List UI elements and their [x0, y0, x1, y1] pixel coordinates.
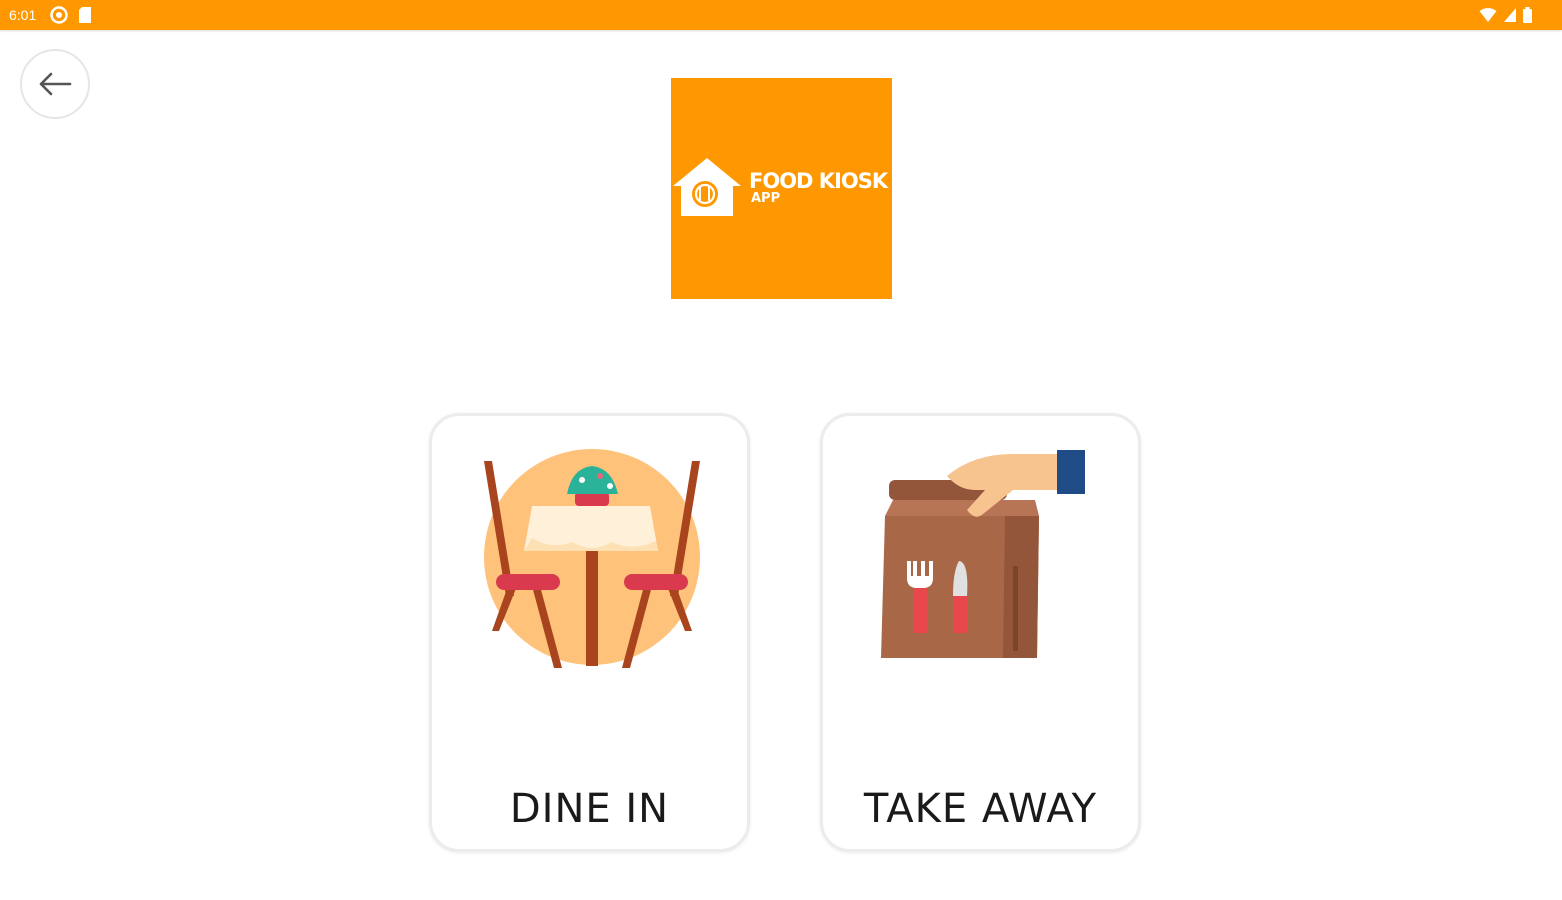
signal-icon [1504, 8, 1516, 22]
dine-in-label: DINE IN [509, 786, 670, 832]
take-away-card[interactable]: TAKE AWAY [820, 413, 1141, 852]
take-away-bag-icon [881, 450, 1085, 658]
status-left-icons [50, 6, 92, 24]
dine-in-card[interactable]: DINE IN [429, 413, 750, 852]
location-icon [50, 6, 68, 24]
status-bar: 6:01 [0, 0, 1562, 30]
arrow-left-icon [39, 72, 72, 96]
app-logo: FOOD KIOSK APP [671, 78, 892, 299]
status-time: 6:01 [9, 7, 37, 23]
logo-subtitle: APP [751, 191, 781, 206]
battery-icon [1523, 7, 1532, 23]
sd-card-icon [79, 7, 91, 23]
logo-title: FOOD KIOSK [749, 169, 888, 193]
wifi-icon [1479, 8, 1497, 22]
house-logo-icon [673, 158, 741, 216]
take-away-label: TAKE AWAY [863, 786, 1098, 832]
back-button[interactable] [20, 49, 90, 119]
dine-in-table-icon [484, 449, 700, 668]
status-right-icons [1479, 7, 1532, 23]
